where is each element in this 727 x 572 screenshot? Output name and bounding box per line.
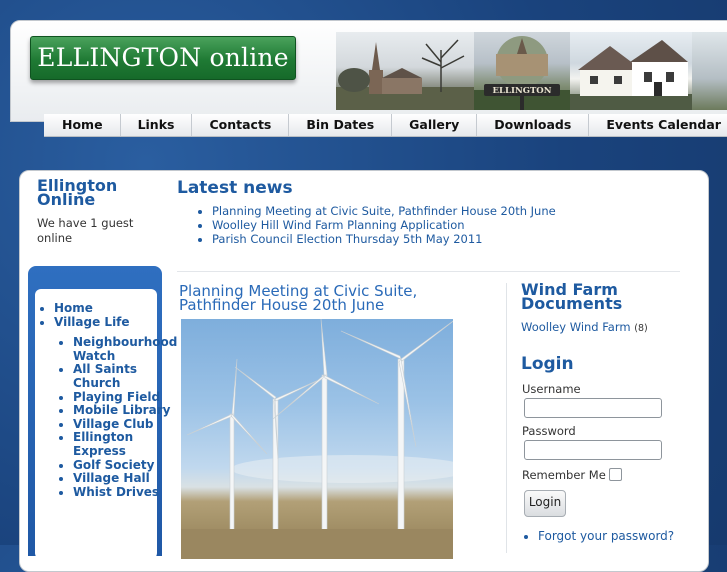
wind-farm-heading: Wind Farm Documents <box>521 280 623 313</box>
article-title[interactable]: Planning Meeting at Civic Suite, Pathfin… <box>179 284 489 313</box>
wind-farm-category[interactable]: Woolley Wind Farm (8) <box>521 320 648 334</box>
submenu-item-ellington-express[interactable]: Ellington Express <box>73 430 173 458</box>
remember-me-checkbox[interactable] <box>609 468 622 481</box>
nav-links[interactable]: Links <box>119 114 192 136</box>
nav-bin-dates[interactable]: Bin Dates <box>288 114 391 136</box>
site-logo[interactable]: ELLINGTON online <box>30 36 296 80</box>
password-field[interactable] <box>524 440 662 460</box>
news-item[interactable]: Planning Meeting at Civic Suite, Pathfin… <box>212 204 556 218</box>
submenu-item-golf-society[interactable]: Golf Society <box>73 458 173 473</box>
village-sign-photo: ELLINGTON <box>474 32 570 110</box>
news-separator <box>177 271 680 272</box>
wind-turbines-image <box>181 319 453 559</box>
remember-me-label: Remember Me <box>522 468 606 482</box>
login-links: Forgot your password? <box>526 529 674 543</box>
news-item[interactable]: Woolley Hill Wind Farm Planning Applicat… <box>212 218 556 232</box>
submenu-item-village-hall[interactable]: Village Hall <box>73 472 173 486</box>
login-button[interactable]: Login <box>524 490 566 517</box>
username-label: Username <box>522 382 581 396</box>
menu-item-home[interactable]: Home <box>54 301 173 316</box>
village-sign-text: ELLINGTON <box>492 86 552 96</box>
news-item-link[interactable]: Parish Council Election Thursday 5th May… <box>212 232 482 246</box>
site-title: Ellington Online <box>37 176 118 209</box>
nav-contacts[interactable]: Contacts <box>191 114 288 136</box>
menu-item-label[interactable]: Village Life <box>54 315 130 329</box>
submenu-item-playing-field[interactable]: Playing Field <box>73 390 173 405</box>
news-item-link[interactable]: Planning Meeting at Civic Suite, Pathfin… <box>212 204 556 218</box>
submenu-item-neighbourhood-watch[interactable]: Neighbourhood Watch <box>73 335 177 363</box>
menu-item-village-life[interactable]: Village Life Neighbourhood Watch All Sai… <box>54 315 177 500</box>
wind-farm-link[interactable]: Woolley Wind Farm <box>521 320 631 334</box>
pub-photo <box>570 32 692 110</box>
main-nav: Home Links Contacts Bin Dates Gallery Do… <box>44 114 727 137</box>
submenu-item-mobile-library[interactable]: Mobile Library <box>73 404 173 418</box>
latest-news-heading: Latest news <box>177 178 293 198</box>
column-divider <box>506 283 507 553</box>
wind-farm-count: (8) <box>634 323 648 334</box>
landscape-photo <box>692 32 727 110</box>
username-field[interactable] <box>524 398 662 418</box>
password-label: Password <box>522 424 576 438</box>
village-life-submenu: Neighbourhood Watch All Saints Church Pl… <box>54 335 177 500</box>
login-heading: Login <box>521 354 574 374</box>
latest-news-list: Planning Meeting at Civic Suite, Pathfin… <box>194 204 556 246</box>
nav-gallery[interactable]: Gallery <box>391 114 476 136</box>
news-item-link[interactable]: Woolley Hill Wind Farm Planning Applicat… <box>212 218 465 232</box>
church-photo <box>336 32 474 110</box>
nav-downloads[interactable]: Downloads <box>476 114 588 136</box>
guests-online-text: We have 1 guest online <box>37 216 134 245</box>
nav-home[interactable]: Home <box>44 114 120 136</box>
main-menu: Home Village Life Neighbourhood Watch Al… <box>38 301 177 500</box>
submenu-item-village-club[interactable]: Village Club <box>73 417 173 432</box>
news-item[interactable]: Parish Council Election Thursday 5th May… <box>212 232 556 246</box>
nav-events-calendar[interactable]: Events Calendar <box>588 114 727 136</box>
forgot-password-link[interactable]: Forgot your password? <box>538 529 674 543</box>
submenu-item-whist-drives[interactable]: Whist Drives <box>73 485 173 500</box>
submenu-item-all-saints-church[interactable]: All Saints Church <box>73 363 173 390</box>
